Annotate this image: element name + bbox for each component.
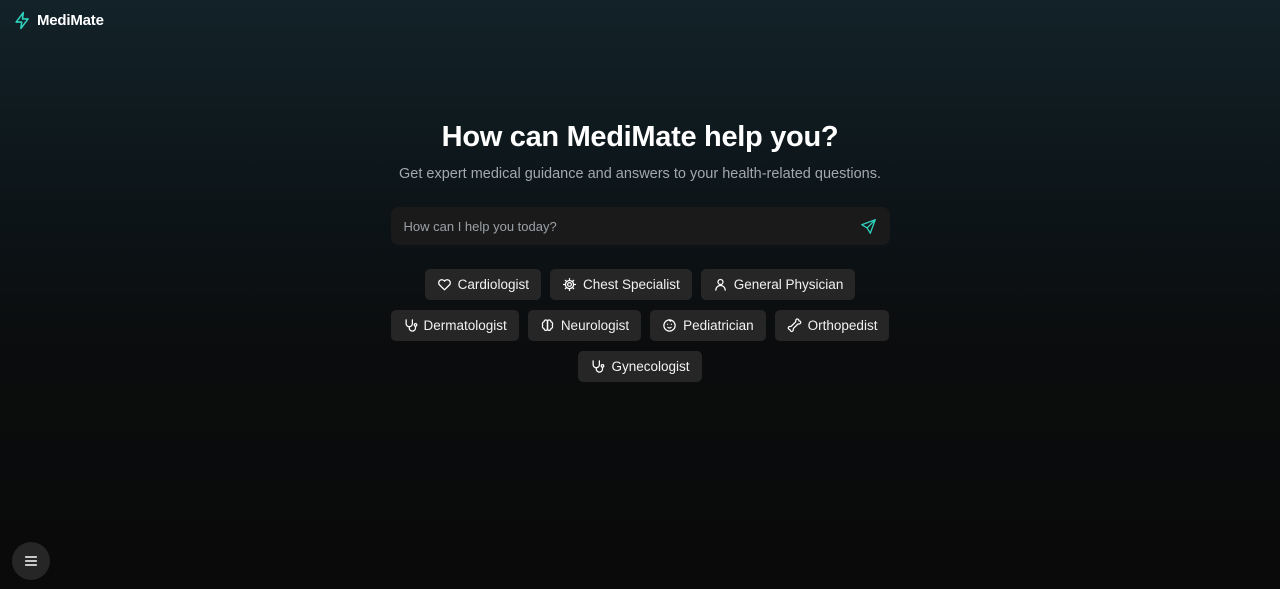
chip-orthopedist[interactable]: Orthopedist xyxy=(774,310,890,341)
chip-neurologist[interactable]: Neurologist xyxy=(527,310,642,341)
page-subtitle: Get expert medical guidance and answers … xyxy=(398,166,881,182)
page-title: How can MediMate help you? xyxy=(441,121,839,153)
chip-pediatrician[interactable]: Pediatrician xyxy=(650,310,766,341)
bone-icon xyxy=(787,318,801,332)
brand-name: MediMate xyxy=(37,12,104,29)
heart-icon xyxy=(437,279,451,291)
menu-icon xyxy=(24,556,38,566)
chip-chest-specialist[interactable]: Chest Specialist xyxy=(549,269,692,300)
chip-label: Chest Specialist xyxy=(582,277,680,292)
search-bar xyxy=(390,207,890,245)
send-icon xyxy=(861,218,876,234)
gear-icon xyxy=(562,277,577,292)
hero-section: How can MediMate help you? Get expert me… xyxy=(0,118,1280,382)
chip-label: Cardiologist xyxy=(457,277,529,292)
chip-label: Pediatrician xyxy=(683,318,754,333)
user-icon xyxy=(714,278,726,291)
send-button[interactable] xyxy=(858,215,880,237)
chip-label: Dermatologist xyxy=(423,318,507,333)
zap-icon xyxy=(13,11,32,30)
brand-logo[interactable]: MediMate xyxy=(13,11,104,30)
specialty-chips: Cardiologist Chest Specialist General Ph… xyxy=(380,269,900,382)
question-input[interactable] xyxy=(403,218,858,234)
stethoscope-icon xyxy=(405,319,417,332)
chip-dermatologist[interactable]: Dermatologist xyxy=(390,310,519,341)
chip-label: Gynecologist xyxy=(611,359,690,374)
chip-cardiologist[interactable]: Cardiologist xyxy=(424,269,541,300)
chip-general-physician[interactable]: General Physician xyxy=(700,269,856,300)
chip-label: General Physician xyxy=(733,277,844,292)
baby-icon xyxy=(663,319,676,332)
stethoscope-icon xyxy=(592,360,605,373)
brain-icon xyxy=(541,319,554,332)
menu-button[interactable] xyxy=(12,542,50,580)
chip-label: Neurologist xyxy=(560,318,630,333)
chip-gynecologist[interactable]: Gynecologist xyxy=(578,351,702,382)
chip-label: Orthopedist xyxy=(807,318,878,333)
